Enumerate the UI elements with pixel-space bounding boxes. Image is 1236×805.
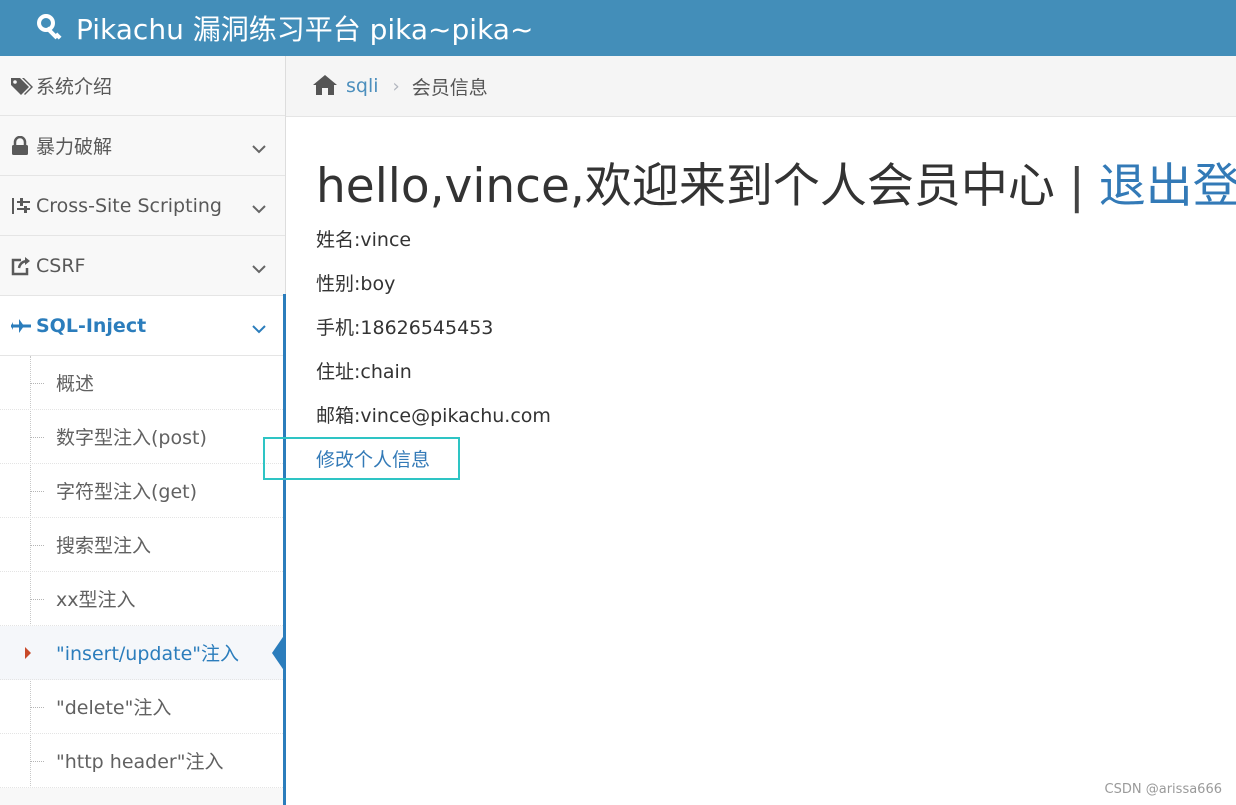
breadcrumb: sqli › 会员信息 (286, 56, 1236, 117)
submenu-item-label: "http header"注入 (56, 751, 224, 773)
breadcrumb-separator: › (392, 75, 400, 97)
sliders-icon (10, 195, 36, 217)
sidebar-active-border (283, 294, 286, 805)
home-icon[interactable] (312, 74, 338, 98)
submenu-item-numeric-post[interactable]: 数字型注入(post) (0, 410, 285, 464)
welcome-text: hello,vince,欢迎来到个人会员中心 (316, 159, 1055, 214)
sidebar-item-csrf[interactable]: CSRF (0, 236, 285, 296)
submenu-item-overview[interactable]: 概述 (0, 356, 285, 410)
submenu-item-label: "delete"注入 (56, 697, 172, 719)
sidebar-item-xss[interactable]: Cross-Site Scripting (0, 176, 285, 236)
submenu-item-delete[interactable]: "delete"注入 (0, 680, 285, 734)
logout-link[interactable]: 退出登录 (1099, 159, 1236, 214)
submenu-item-label: 概述 (56, 373, 95, 395)
info-gender: 性别:boy (316, 273, 396, 295)
chevron-down-icon (251, 199, 267, 213)
submenu-item-insert-update[interactable]: "insert/update"注入 (0, 626, 285, 680)
sidebar-item-sqli[interactable]: SQL-Inject (0, 295, 286, 356)
submenu-item-search[interactable]: 搜索型注入 (0, 518, 285, 572)
info-address: 住址:chain (316, 361, 412, 383)
submenu-item-label: 搜索型注入 (56, 535, 152, 557)
tags-icon (10, 75, 36, 97)
info-phone: 手机:18626545453 (316, 317, 494, 339)
sidebar-item-label: 暴力破解 (36, 136, 113, 158)
page-title: hello,vince,欢迎来到个人会员中心| 退出登录 (316, 157, 1236, 217)
sidebar-item-label: SQL-Inject (36, 314, 147, 337)
top-navbar: Pikachu 漏洞练习平台 pika~pika~ (0, 0, 1236, 56)
breadcrumb-current: 会员信息 (411, 76, 488, 99)
sidebar-item-label: Cross-Site Scripting (36, 194, 222, 217)
chevron-down-icon (251, 319, 267, 333)
sidebar-item-label: 系统介绍 (36, 76, 113, 98)
sidebar-item-bruteforce[interactable]: 暴力破解 (0, 116, 285, 176)
submenu-item-label: 字符型注入(get) (56, 481, 198, 503)
share-square-icon (10, 255, 36, 277)
submenu-item-string-get[interactable]: 字符型注入(get) (0, 464, 285, 518)
submenu-item-xx[interactable]: xx型注入 (0, 572, 285, 626)
watermark: CSDN @arissa666 (1104, 782, 1222, 797)
sidebar: 系统介绍 暴力破解 Cross-Site Scripting CSRF SQL-… (0, 56, 286, 805)
sidebar-item-label: CSRF (36, 254, 86, 277)
plane-icon (10, 315, 36, 337)
submenu-item-label: "insert/update"注入 (56, 643, 239, 665)
app-title[interactable]: Pikachu 漏洞练习平台 pika~pika~ (76, 8, 533, 48)
caret-right-icon (25, 646, 31, 659)
sqli-submenu: 概述 数字型注入(post) 字符型注入(get) 搜索型注入 xx型注入 "i… (0, 356, 285, 788)
chevron-down-icon (251, 259, 267, 273)
chevron-down-icon (251, 139, 267, 153)
submenu-item-label: xx型注入 (56, 589, 136, 611)
lock-icon (10, 135, 36, 157)
breadcrumb-link-sqli[interactable]: sqli (346, 75, 379, 97)
submenu-item-http-header[interactable]: "http header"注入 (0, 734, 285, 788)
sidebar-item-intro[interactable]: 系统介绍 (0, 56, 285, 116)
submenu-item-label: 数字型注入(post) (56, 427, 207, 449)
title-divider: | (1068, 159, 1085, 214)
info-name: 姓名:vince (316, 229, 412, 251)
annotation-highlight-box (263, 437, 460, 480)
key-icon (36, 11, 70, 45)
